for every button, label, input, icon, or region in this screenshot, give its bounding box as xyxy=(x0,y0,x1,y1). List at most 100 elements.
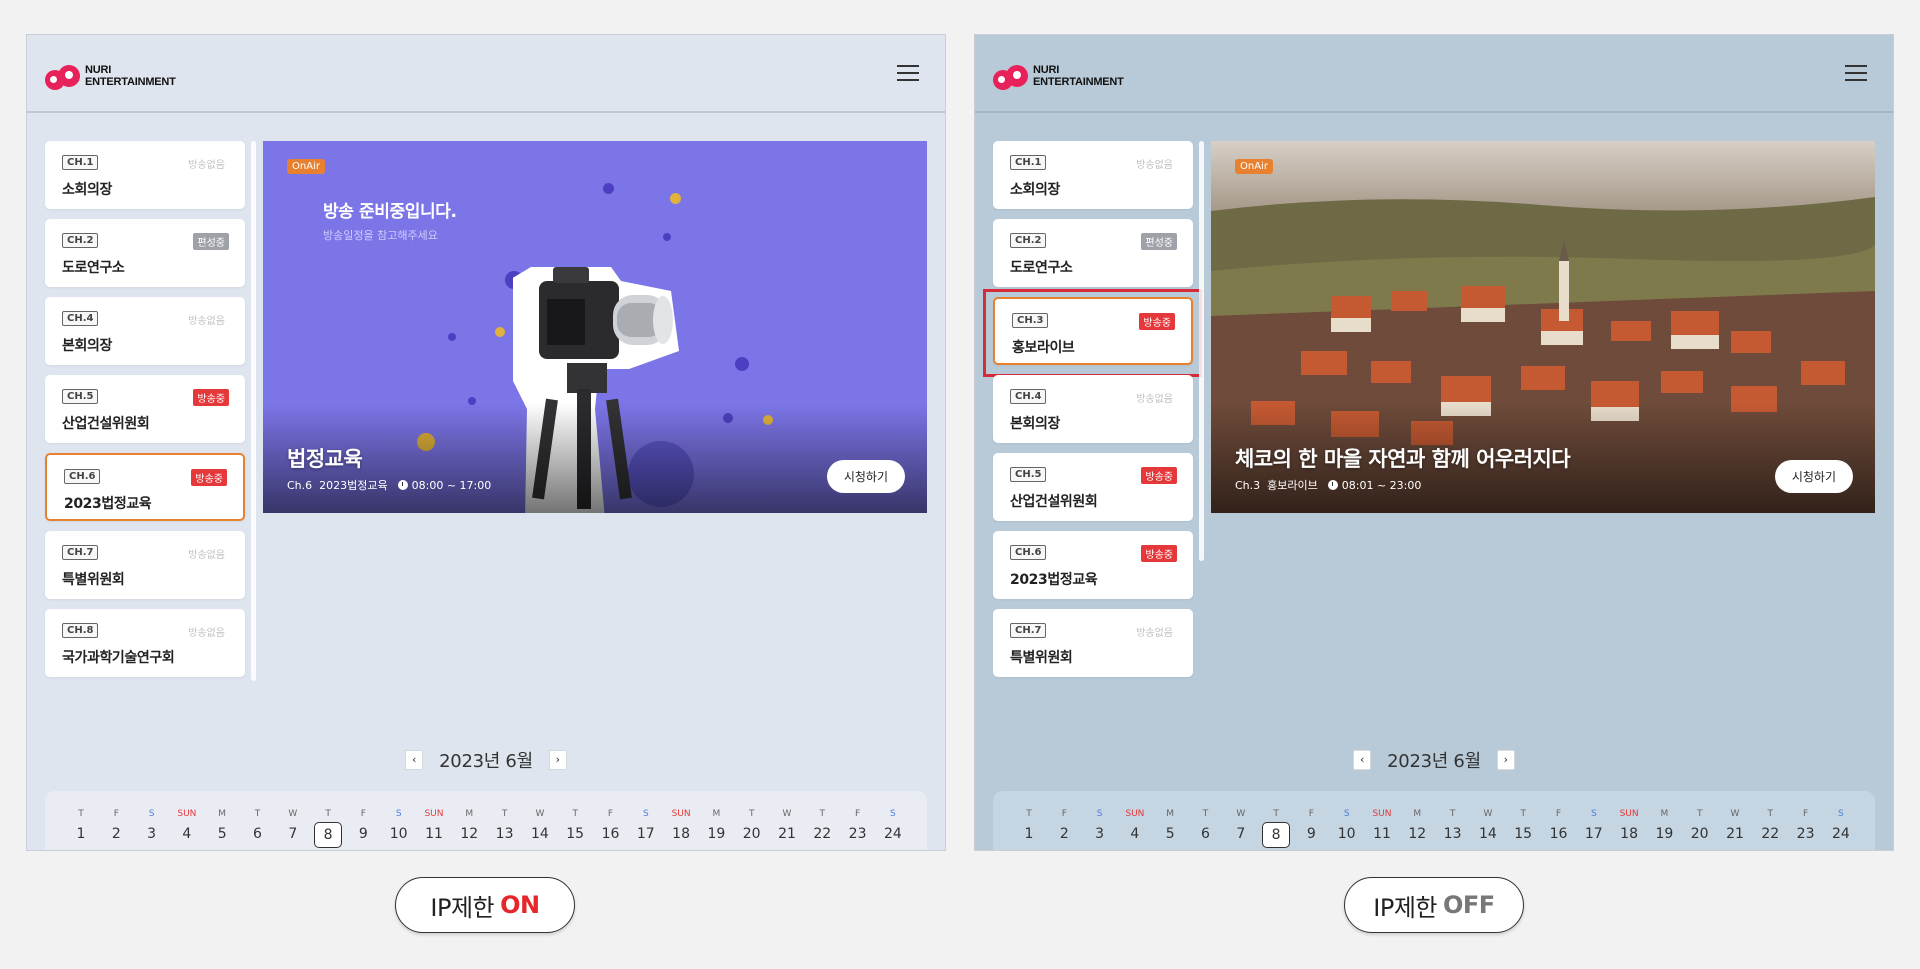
calendar-day[interactable]: T 13 xyxy=(491,791,519,848)
channel-status-badge: 방송없음 xyxy=(1136,628,1173,639)
calendar-day[interactable]: SUN 4 xyxy=(173,791,201,848)
calendar-day[interactable]: W 14 xyxy=(1474,791,1502,848)
calendar-day[interactable]: T 20 xyxy=(1686,791,1714,848)
preparing-title: 방송 준비중입니다. xyxy=(323,202,457,222)
channel-card[interactable]: CH.7 방송없음 특별위원회 xyxy=(45,531,245,599)
calendar-day[interactable]: F2 xyxy=(1050,791,1078,848)
channel-card[interactable]: CH.4 방송없음 본회의장 xyxy=(993,375,1193,443)
logo[interactable]: NURI ENTERTAINMENT xyxy=(45,61,176,91)
channel-card[interactable]: CH.2 편성중 도로연구소 xyxy=(45,219,245,287)
calendar-day[interactable]: T1 xyxy=(1015,791,1043,848)
calendar-day[interactable]: F9 xyxy=(1297,791,1325,848)
calendar-day[interactable]: T6 xyxy=(1192,791,1220,848)
calendar-day[interactable]: S 24 xyxy=(1827,791,1855,848)
channel-name: 소회의장 xyxy=(1010,182,1060,198)
channel-list-scrollbar[interactable] xyxy=(1199,141,1204,561)
logo[interactable]: NURI ENTERTAINMENT xyxy=(993,61,1124,91)
calendar-day[interactable]: F 16 xyxy=(1545,791,1573,848)
calendar-day[interactable]: M 12 xyxy=(455,791,483,848)
calendar-day[interactable]: S3 xyxy=(138,791,166,848)
channel-card[interactable]: CH.1 방송없음 소회의장 xyxy=(45,141,245,209)
ip-restriction-off-toggle[interactable]: IP제한 OFF xyxy=(1344,877,1524,933)
calendar-day[interactable]: W7 xyxy=(1227,791,1255,848)
channel-tag: CH.5 xyxy=(62,389,99,404)
channel-list-scrollbar[interactable] xyxy=(251,141,256,681)
calendar-day[interactable]: T 15 xyxy=(1509,791,1537,848)
channel-card[interactable]: CH.7 방송없음 특별위원회 xyxy=(993,609,1193,677)
calendar-date: 16 xyxy=(1549,826,1568,842)
calendar-date: 5 xyxy=(217,826,227,842)
calendar-day[interactable]: S3 xyxy=(1086,791,1114,848)
channel-card[interactable]: CH.5 방송중 산업건설위원회 xyxy=(993,453,1193,521)
calendar-day[interactable]: W 21 xyxy=(1721,791,1749,848)
channel-name: 도로연구소 xyxy=(62,260,125,276)
calendar-day[interactable]: T1 xyxy=(67,791,95,848)
calendar-day[interactable]: W 21 xyxy=(773,791,801,848)
channel-tag: CH.6 xyxy=(1010,545,1047,560)
calendar-date: 11 xyxy=(1373,826,1391,842)
calendar-day[interactable]: M 19 xyxy=(702,791,730,848)
calendar-date: 9 xyxy=(1306,826,1316,842)
watch-button[interactable]: 시청하기 xyxy=(826,460,905,493)
chevron-right-icon[interactable]: › xyxy=(548,750,567,770)
channel-card[interactable]: CH.2 편성중 도로연구소 xyxy=(993,219,1193,287)
calendar-day[interactable]: S 17 xyxy=(1580,791,1608,848)
ip-restriction-on-toggle[interactable]: IP제한 ON xyxy=(395,877,575,933)
video-meta: Ch.6 2023법정교육 08:00 ~ 17:00 xyxy=(287,477,491,493)
chevron-right-icon[interactable]: › xyxy=(1496,750,1515,770)
calendar-day[interactable]: S 10 xyxy=(1333,791,1361,848)
calendar-day[interactable]: T8 xyxy=(1262,791,1291,848)
calendar-day[interactable]: S 10 xyxy=(385,791,413,848)
channel-card[interactable]: CH.8 방송없음 국가과학기술연구회 xyxy=(45,609,245,677)
calendar-day[interactable]: T 22 xyxy=(808,791,836,848)
calendar-weekday: T xyxy=(1520,809,1526,819)
calendar-header: ‹ 2023년 6월 › xyxy=(27,747,945,773)
calendar-day[interactable]: M5 xyxy=(1156,791,1184,848)
calendar-day[interactable]: T6 xyxy=(244,791,272,848)
calendar-day[interactable]: SUN 4 xyxy=(1121,791,1149,848)
channel-name: 특별위원회 xyxy=(1010,650,1073,666)
video-player[interactable]: OnAir 체코의 한 마을 자연과 함께 어우러지다 Ch.3 홍보라이브 0… xyxy=(1211,141,1875,513)
channel-list: CH.1 방송없음 소회의장 CH.2 편성중 도로연구소 CH.3 방송중 홍보라이브 CH.4… xyxy=(993,141,1193,687)
video-player[interactable]: OnAir 방송 준비중입니다. 방송일정을 참고해주세요 법정교육 Ch.6 … xyxy=(263,141,927,513)
calendar-day[interactable]: S 17 xyxy=(632,791,660,848)
channel-card[interactable]: CH.6 방송중 2023법정교육 xyxy=(45,453,245,521)
calendar-weekday: T xyxy=(1767,809,1774,819)
channel-card[interactable]: CH.1 방송없음 소회의장 xyxy=(993,141,1193,209)
calendar-day[interactable]: SUN 11 xyxy=(420,791,448,848)
calendar-day[interactable]: T 13 xyxy=(1439,791,1467,848)
hamburger-menu-icon[interactable] xyxy=(897,65,919,83)
calendar-day[interactable]: F9 xyxy=(349,791,377,848)
calendar-day[interactable]: T 15 xyxy=(561,791,589,848)
calendar-date: 7 xyxy=(1236,826,1246,842)
calendar-day[interactable]: F 23 xyxy=(1792,791,1820,848)
calendar-day[interactable]: SUN 18 xyxy=(1615,791,1643,848)
calendar-weekday: M xyxy=(465,809,474,819)
calendar-day[interactable]: M 12 xyxy=(1403,791,1431,848)
channel-card[interactable]: CH.4 방송없음 본회의장 xyxy=(45,297,245,365)
video-channel: Ch.3 xyxy=(1235,479,1261,492)
calendar-day[interactable]: S 24 xyxy=(879,791,907,848)
chevron-left-icon[interactable]: ‹ xyxy=(405,750,424,770)
chevron-left-icon[interactable]: ‹ xyxy=(1353,750,1372,770)
channel-status-badge: 방송없음 xyxy=(1136,394,1173,405)
channel-card[interactable]: CH.6 방송중 2023법정교육 xyxy=(993,531,1193,599)
onair-badge: OnAir xyxy=(1235,159,1273,174)
calendar-day[interactable]: M5 xyxy=(208,791,236,848)
calendar-day[interactable]: T 20 xyxy=(738,791,766,848)
watch-button[interactable]: 시청하기 xyxy=(1774,460,1853,493)
hamburger-menu-icon[interactable] xyxy=(1845,65,1867,83)
calendar-day[interactable]: T8 xyxy=(314,791,343,848)
channel-card[interactable]: CH.3 방송중 홍보라이브 xyxy=(993,297,1193,365)
calendar-day[interactable]: F 16 xyxy=(597,791,625,848)
calendar-day[interactable]: F 23 xyxy=(844,791,872,848)
calendar-day[interactable]: W 14 xyxy=(526,791,554,848)
calendar-day[interactable]: M 19 xyxy=(1650,791,1678,848)
calendar-day[interactable]: W7 xyxy=(279,791,307,848)
calendar-weekday: SUN xyxy=(177,809,197,819)
calendar-day[interactable]: T 22 xyxy=(1756,791,1784,848)
channel-card[interactable]: CH.5 방송중 산업건설위원회 xyxy=(45,375,245,443)
calendar-day[interactable]: F2 xyxy=(102,791,130,848)
calendar-day[interactable]: SUN 18 xyxy=(667,791,695,848)
calendar-day[interactable]: SUN 11 xyxy=(1368,791,1396,848)
